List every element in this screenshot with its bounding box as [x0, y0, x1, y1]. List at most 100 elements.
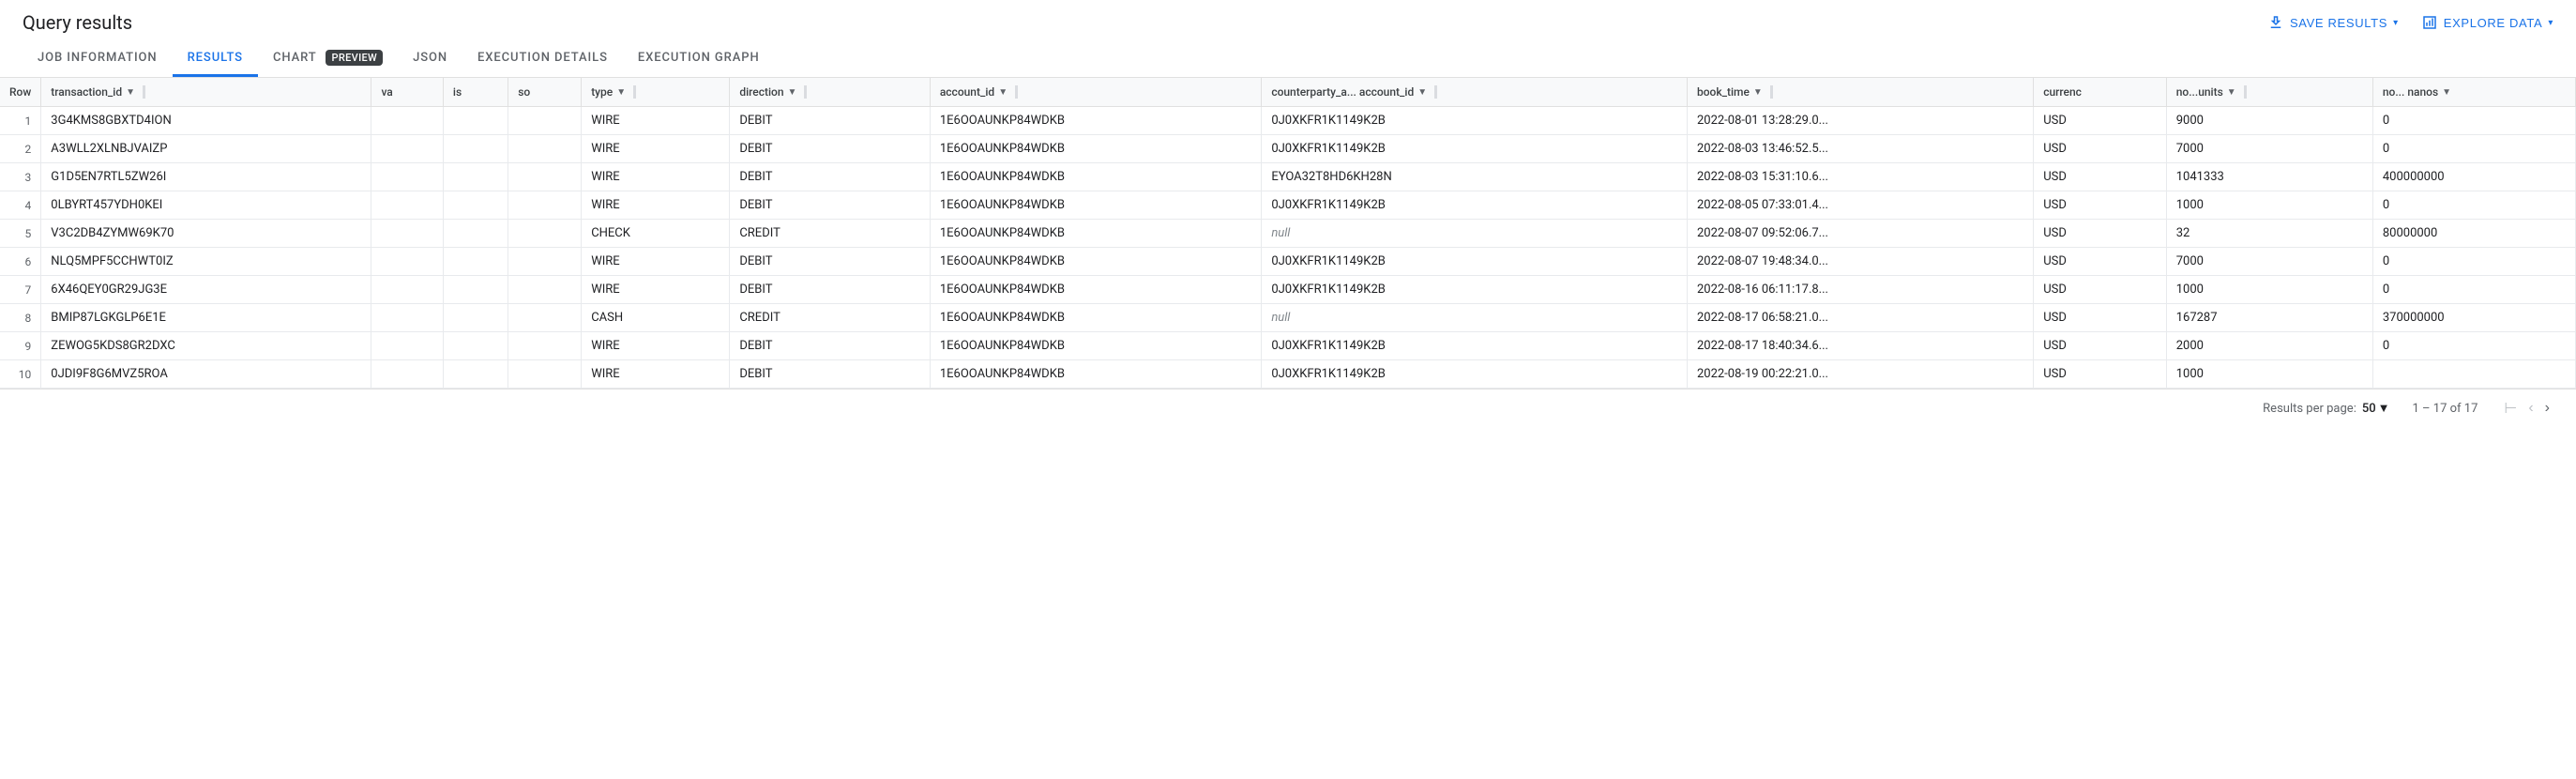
cell-so [508, 107, 582, 135]
tab-results[interactable]: RESULTS [173, 41, 258, 77]
cell-so [508, 135, 582, 163]
cell-no_nanos [2372, 360, 2575, 389]
cell-row: 4 [0, 191, 41, 220]
tabs-bar: JOB INFORMATION RESULTS CHART PREVIEW JS… [0, 41, 2576, 78]
cell-type: WIRE [582, 163, 730, 191]
cell-currency: USD [2034, 135, 2166, 163]
col-header-type[interactable]: type▼ [582, 78, 730, 107]
cell-row: 6 [0, 248, 41, 276]
tab-chart[interactable]: CHART PREVIEW [258, 41, 398, 77]
table-row: 6NLQ5MPF5CCHWT0IZ WIREDEBIT1E6OOAUNKP84WD… [0, 248, 2576, 276]
table-row: 9ZEWOG5KDS8GR2DXCWIREDEBIT1E6OOAUNKP84WD… [0, 332, 2576, 360]
cell-no_units: 2000 [2166, 332, 2372, 360]
tab-json[interactable]: JSON [398, 41, 462, 77]
cell-no_units: 9000 [2166, 107, 2372, 135]
cell-no_units: 7000 [2166, 248, 2372, 276]
cell-account_id: 1E6OOAUNKP84WDKB [930, 107, 1261, 135]
cell-account_id: 1E6OOAUNKP84WDKB [930, 191, 1261, 220]
cell-type: WIRE [582, 135, 730, 163]
table-row: 76X46QEY0GR29JG3EWIREDEBIT1E6OOAUNKP84WD… [0, 276, 2576, 304]
cell-book_time: 2022-08-07 09:52:06.7... [1687, 220, 2033, 248]
cell-transaction_id: A3WLL2XLNBJVAIZP [41, 135, 371, 163]
cell-va [371, 220, 443, 248]
col-header-va: va [371, 78, 443, 107]
cell-row: 8 [0, 304, 41, 332]
cell-account_id: 1E6OOAUNKP84WDKB [930, 304, 1261, 332]
prev-page-button[interactable]: ‹ [2524, 398, 2537, 419]
next-page-button[interactable]: › [2541, 398, 2553, 419]
table-row: 2A3WLL2XLNBJVAIZPWIREDEBIT1E6OOAUNKP84WD… [0, 135, 2576, 163]
cell-transaction_id: 0LBYRT457YDH0KEI [41, 191, 371, 220]
cell-so [508, 276, 582, 304]
table-header-row: Row transaction_id▼ va is so type▼ direc… [0, 78, 2576, 107]
cell-va [371, 276, 443, 304]
cell-so [508, 332, 582, 360]
col-header-counterparty[interactable]: counterparty_a... account_id▼ [1262, 78, 1688, 107]
cell-currency: USD [2034, 107, 2166, 135]
cell-currency: USD [2034, 191, 2166, 220]
cell-transaction_id: 6X46QEY0GR29JG3E [41, 276, 371, 304]
col-header-no-units[interactable]: no...units▼ [2166, 78, 2372, 107]
cell-so [508, 248, 582, 276]
cell-book_time: 2022-08-01 13:28:29.0... [1687, 107, 2033, 135]
cell-book_time: 2022-08-03 15:31:10.6... [1687, 163, 2033, 191]
cell-counterparty_a_account_id: 0J0XKFR1K1149K2B [1262, 360, 1688, 389]
cell-account_id: 1E6OOAUNKP84WDKB [930, 135, 1261, 163]
cell-is [443, 304, 508, 332]
explore-icon [2421, 14, 2438, 31]
pagination-nav: ⊢ ‹ › [2500, 397, 2553, 420]
cell-type: WIRE [582, 332, 730, 360]
save-results-button[interactable]: SAVE RESULTS ▾ [2267, 14, 2399, 31]
cell-type: WIRE [582, 360, 730, 389]
save-icon [2267, 14, 2284, 31]
cell-counterparty_a_account_id: EYOA32T8HD6KH28N [1262, 163, 1688, 191]
cell-no_nanos: 0 [2372, 248, 2575, 276]
cell-va [371, 191, 443, 220]
cell-is [443, 276, 508, 304]
chart-preview-badge: PREVIEW [326, 50, 383, 66]
table-row: 5V3C2DB4ZYMW69K70CHECKCREDIT1E6OOAUNKP84… [0, 220, 2576, 248]
cell-type: CASH [582, 304, 730, 332]
col-header-transaction-id[interactable]: transaction_id▼ [41, 78, 371, 107]
cell-type: WIRE [582, 248, 730, 276]
per-page-selector[interactable]: 50 ▼ [2362, 401, 2390, 416]
cell-is [443, 163, 508, 191]
cell-is [443, 332, 508, 360]
cell-account_id: 1E6OOAUNKP84WDKB [930, 163, 1261, 191]
cell-book_time: 2022-08-17 18:40:34.6... [1687, 332, 2033, 360]
cell-row: 1 [0, 107, 41, 135]
table-row: 3G1D5EN7RTL5ZW26IWIREDEBIT1E6OOAUNKP84WD… [0, 163, 2576, 191]
cell-book_time: 2022-08-05 07:33:01.4... [1687, 191, 2033, 220]
cell-currency: USD [2034, 332, 2166, 360]
col-header-direction[interactable]: direction▼ [730, 78, 931, 107]
table-row: 8BMIP87LGKGLP6E1ECASHCREDIT1E6OOAUNKP84W… [0, 304, 2576, 332]
tab-execution-details[interactable]: EXECUTION DETAILS [462, 41, 623, 77]
cell-counterparty_a_account_id: 0J0XKFR1K1149K2B [1262, 191, 1688, 220]
results-per-page-label: Results per page: [2263, 402, 2356, 416]
cell-currency: USD [2034, 276, 2166, 304]
cell-direction: DEBIT [730, 163, 931, 191]
col-header-book-time[interactable]: book_time▼ [1687, 78, 2033, 107]
cell-counterparty_a_account_id: 0J0XKFR1K1149K2B [1262, 135, 1688, 163]
cell-direction: DEBIT [730, 248, 931, 276]
col-header-account-id[interactable]: account_id▼ [930, 78, 1261, 107]
cell-no_nanos: 0 [2372, 332, 2575, 360]
cell-account_id: 1E6OOAUNKP84WDKB [930, 248, 1261, 276]
cell-transaction_id: NLQ5MPF5CCHWT0IZ [41, 248, 371, 276]
cell-currency: USD [2034, 248, 2166, 276]
tab-execution-graph[interactable]: EXECUTION GRAPH [623, 41, 775, 77]
cell-va [371, 360, 443, 389]
cell-is [443, 360, 508, 389]
col-header-is: is [443, 78, 508, 107]
table-row: 100JDI9F8G6MVZ5ROAWIREDEBIT1E6OOAUNKP84W… [0, 360, 2576, 389]
first-page-button[interactable]: ⊢ [2500, 397, 2521, 420]
tab-job-information[interactable]: JOB INFORMATION [23, 41, 173, 77]
header-actions: SAVE RESULTS ▾ EXPLORE DATA ▾ [2267, 14, 2553, 31]
col-header-row: Row [0, 78, 41, 107]
cell-row: 9 [0, 332, 41, 360]
cell-transaction_id: ZEWOG5KDS8GR2DXC [41, 332, 371, 360]
table-row: 40LBYRT457YDH0KEIWIREDEBIT1E6OOAUNKP84WD… [0, 191, 2576, 220]
cell-is [443, 248, 508, 276]
explore-data-button[interactable]: EXPLORE DATA ▾ [2421, 14, 2553, 31]
col-header-no-nanos[interactable]: no... nanos▼ [2372, 78, 2575, 107]
